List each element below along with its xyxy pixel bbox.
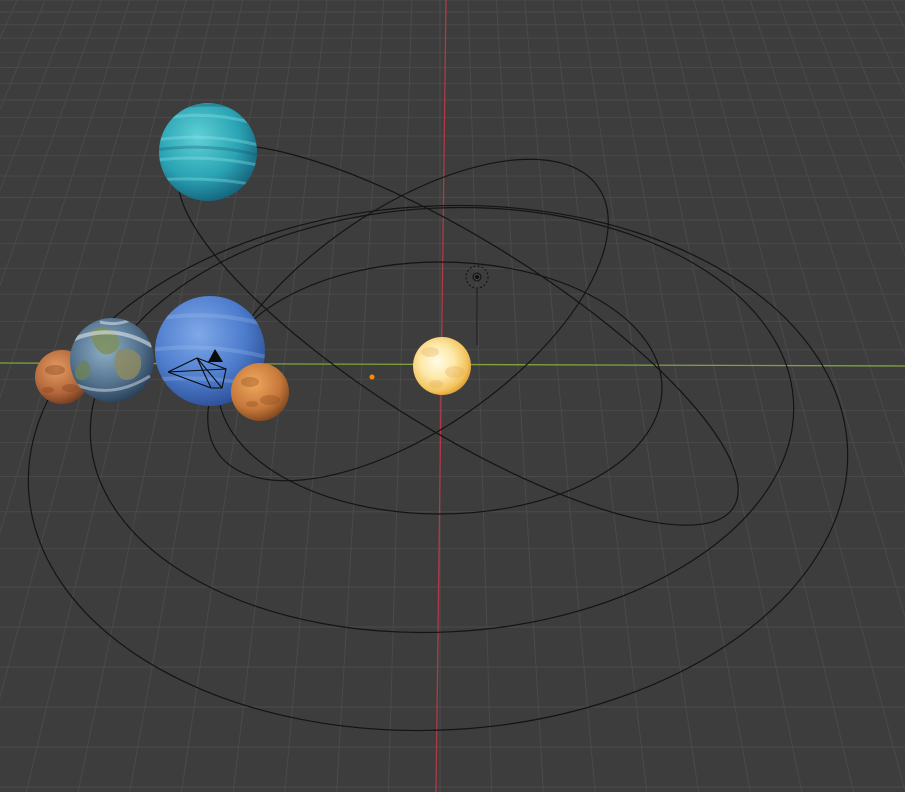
sun-icon[interactable]	[413, 337, 471, 395]
viewport-background	[0, 0, 905, 792]
origin-dot-icon[interactable]	[369, 374, 375, 380]
viewport-canvas[interactable]	[0, 0, 905, 792]
venus-icon[interactable]	[231, 363, 289, 421]
3d-viewport[interactable]	[0, 0, 905, 792]
earth-icon[interactable]	[70, 318, 154, 402]
